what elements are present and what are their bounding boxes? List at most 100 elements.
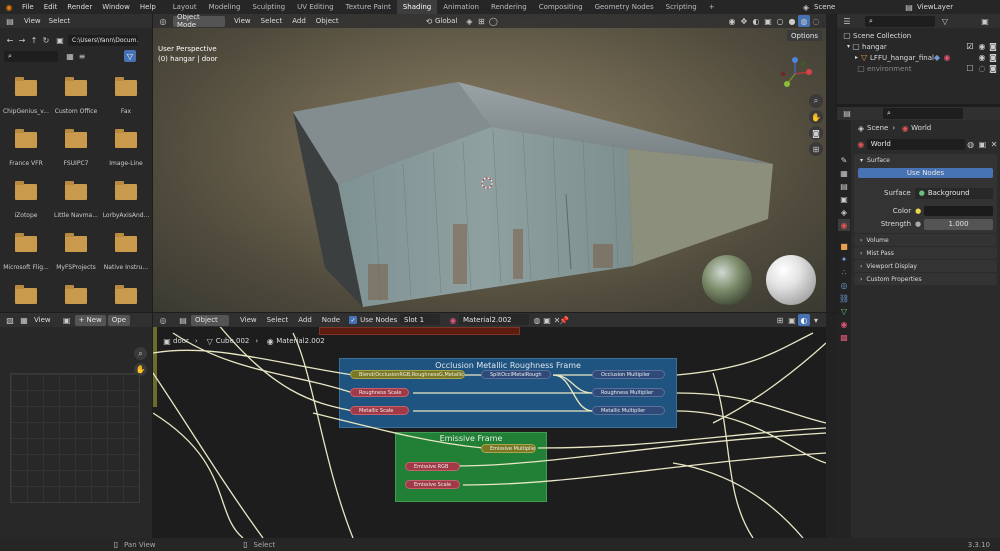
node-editor-type-icon[interactable]: ◎ [157,314,169,326]
overlay-icon[interactable]: ◐ [798,314,810,326]
node-roughness-scale[interactable]: Roughness Scale [350,388,409,397]
tab-compositing[interactable]: Compositing [533,0,589,14]
view-mode-icon[interactable]: ▦ [18,314,30,326]
snap-icon[interactable]: ⊞ [774,314,786,326]
render-tab-icon[interactable]: ▦ [838,167,850,179]
folder-item[interactable]: Native Instru... [101,223,151,275]
outliner-row-lffu-hangar[interactable]: ▸ ▽ LFFU_hangar_final ◆ ◉ ◉ ◙ [837,52,1000,63]
menu-file[interactable]: File [22,3,34,11]
particles-tab-icon[interactable]: ∴ [838,266,850,278]
volume-panel[interactable]: › Volume [854,234,997,246]
outliner-row-hangar[interactable]: ▾ ▢ hangar ☑ ◉ ◙ [837,41,1000,52]
object-tab-icon[interactable]: ■ [838,240,850,252]
world-tab-icon[interactable]: ◉ [838,219,850,231]
viewlayer-name[interactable]: ViewLayer [917,3,953,11]
scene-name[interactable]: Scene [814,3,835,11]
node-blend[interactable]: Blend(OcclusionRGB,RoughnessG,MetallicB)… [350,370,465,379]
display-mode-icon[interactable]: ▦ [64,50,76,62]
outliner-search-input[interactable]: ⌕ [865,15,935,27]
material-browse-icon[interactable]: ◉ [447,314,459,326]
ne-menu-node[interactable]: Node [322,316,340,324]
output-tab-icon[interactable]: ▤ [838,180,850,192]
use-nodes-checkbox[interactable]: ✓ Use Nodes [349,316,397,324]
object-dropdown[interactable]: Object [191,314,229,326]
modifier-tab-icon[interactable]: ✦ [838,253,850,265]
blender-logo-icon[interactable]: ◉ [3,1,15,13]
fb-menu-view[interactable]: View [24,17,41,25]
outliner-type-icon[interactable]: ☰ [841,15,853,27]
tab-scripting[interactable]: Scripting [660,0,703,14]
zoom-icon[interactable]: ⌕ [809,94,823,108]
grid-view-icon[interactable]: ⊞ [809,142,823,156]
filter-icon[interactable]: ▽ [124,50,136,62]
folder-item[interactable]: Microsoft Flig... [1,223,51,275]
editor-type-icon[interactable]: ▤ [4,15,16,27]
zoom-icon[interactable]: ⌕ [134,347,147,360]
navigation-gizmo[interactable] [775,54,815,94]
properties-type-icon[interactable]: ▤ [841,108,853,120]
world-name-field[interactable]: World [866,138,965,150]
properties-search-input[interactable]: ⌕ [883,108,963,119]
tab-layout[interactable]: Layout [167,0,203,14]
fb-menu-select[interactable]: Select [49,17,71,25]
sort-icon[interactable]: ≡ [76,50,88,62]
folder-item[interactable]: Custom Office [51,67,101,119]
folder-item[interactable]: iZotope [1,171,51,223]
node-metallic-multiplier[interactable]: Metallic Multiplier [592,406,665,415]
material-name-field[interactable]: Material2.002 [459,314,529,325]
world-browse-icon[interactable]: ◉ [855,138,867,150]
constraints-tab-icon[interactable]: ⛓ [838,292,850,304]
tool-tab-icon[interactable]: ✎ [838,154,850,166]
viewport-display-panel[interactable]: › Viewport Display [854,260,997,272]
add-workspace-button[interactable]: + [703,0,721,14]
refresh-icon[interactable]: ↻ [40,34,52,46]
surface-panel-header[interactable]: ▾ Surface [854,154,997,166]
menu-edit[interactable]: Edit [44,3,58,11]
pin-icon[interactable]: 📌 [558,314,570,326]
folder-item[interactable]: Little Navma... [51,171,101,223]
folder-item[interactable]: FSUIPC7 [51,119,101,171]
folder-item[interactable]: Image-Line [101,119,151,171]
viewport-sidebar-toggle[interactable] [826,14,836,312]
image-browse-icon[interactable]: ▣ [61,314,73,326]
camera-restrict-icon[interactable]: ◙ [987,63,999,75]
new-collection-icon[interactable]: ▣ [979,15,991,27]
uv-grid[interactable] [10,373,140,503]
tab-animation[interactable]: Animation [437,0,485,14]
node-split[interactable]: SplitOcclMetalRough [481,370,551,379]
ie-menu-view[interactable]: View [34,316,51,324]
node-occlusion-multiplier[interactable]: Occlusion Multiplier [592,370,665,379]
strength-field[interactable]: 1.000 [924,218,993,230]
color-swatch[interactable] [924,206,993,216]
tab-uv-editing[interactable]: UV Editing [291,0,340,14]
pan-hand-icon[interactable]: ✋ [809,110,823,124]
forward-arrow-icon[interactable]: → [16,34,28,46]
material-tab-icon[interactable]: ◉ [838,318,850,330]
mist-pass-panel[interactable]: › Mist Pass [854,247,997,259]
menu-window[interactable]: Window [102,3,130,11]
outliner-row-environment[interactable]: ▢ environment ☐ ◌ ◙ [837,63,1000,74]
shader-type-icon[interactable]: ▤ [177,314,189,326]
tab-sculpting[interactable]: Sculpting [246,0,291,14]
parent-dir-icon[interactable]: ↑ [28,34,40,46]
tab-modeling[interactable]: Modeling [203,0,247,14]
surface-shader-field[interactable]: ● Background [914,187,993,199]
use-nodes-button[interactable]: Use Nodes [858,168,993,178]
folder-item[interactable]: France VFR [1,119,51,171]
folder-item[interactable]: MyFSProjects [51,223,101,275]
outliner-filter-icon[interactable]: ▽ [939,15,951,27]
node-emissive-rgb[interactable]: Emissive RGB [405,462,460,471]
slot-dropdown[interactable]: Slot 1 [400,314,440,325]
fake-user-icon[interactable]: ◍ [965,138,977,150]
custom-properties-panel[interactable]: › Custom Properties [854,273,997,285]
tab-geometry-nodes[interactable]: Geometry Nodes [589,0,660,14]
node-emissive-scale[interactable]: Emissive Scale [405,480,460,489]
folder-item[interactable]: ChipGenius_v... [1,67,51,119]
ne-menu-select[interactable]: Select [267,316,289,324]
texture-tab-icon[interactable]: ▩ [838,331,850,343]
node-emissive-multiplier[interactable]: Emissive Multiplier [481,444,536,453]
ne-menu-add[interactable]: Add [298,316,312,324]
physics-tab-icon[interactable]: ◎ [838,279,850,291]
backdrop-icon[interactable]: ▣ [786,314,798,326]
back-arrow-icon[interactable]: ← [4,34,16,46]
